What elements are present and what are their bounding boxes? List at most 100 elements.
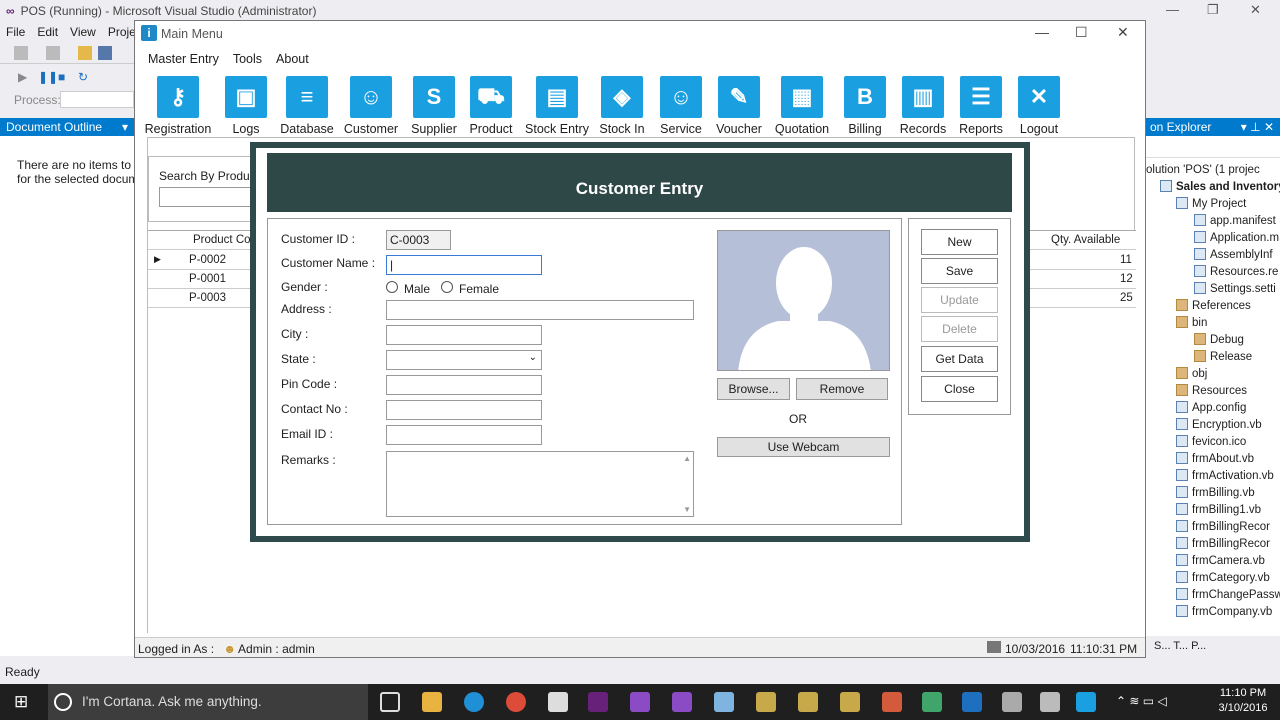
save-disk-icon[interactable]: [1040, 692, 1060, 712]
tool-3-icon[interactable]: [840, 692, 860, 712]
contact-field[interactable]: [386, 400, 542, 420]
vs-close-button[interactable]: ✕: [1250, 2, 1261, 18]
pos-app-icon[interactable]: [1076, 692, 1096, 712]
female-radio[interactable]: [441, 281, 453, 293]
process-dropdown[interactable]: [60, 91, 134, 108]
solution-item-label: Resources: [1192, 385, 1247, 397]
male-radio[interactable]: [386, 281, 398, 293]
scroll-up-icon[interactable]: ▲: [683, 454, 691, 463]
task-view-icon[interactable]: [380, 692, 400, 712]
stop-icon[interactable]: ■: [58, 70, 65, 84]
solution-item[interactable]: fevicon.ico: [1176, 434, 1246, 450]
windows-start-icon[interactable]: ⊞: [14, 692, 28, 712]
city-field[interactable]: [386, 325, 542, 345]
solution-item[interactable]: Settings.setti: [1194, 281, 1276, 297]
vs-menu-view[interactable]: View: [70, 25, 96, 39]
solution-item[interactable]: Application.m: [1194, 230, 1279, 246]
update-button[interactable]: Update: [921, 287, 998, 313]
file-explorer-icon[interactable]: [422, 692, 442, 712]
continue-icon[interactable]: ▶: [18, 70, 27, 84]
vs-menu-file[interactable]: File: [6, 25, 25, 39]
solution-item[interactable]: frmCamera.vb: [1176, 553, 1265, 569]
solution-item[interactable]: AssemblyInf: [1194, 247, 1273, 263]
state-select[interactable]: ⌄: [386, 350, 542, 370]
search-input[interactable]: [159, 187, 257, 207]
solution-item[interactable]: frmChangePassw: [1176, 587, 1280, 603]
solution-item[interactable]: frmBilling.vb: [1176, 485, 1255, 501]
solution-item[interactable]: app.manifest: [1194, 213, 1276, 229]
remarks-field[interactable]: ▲ ▼: [386, 451, 694, 517]
settings-icon[interactable]: [882, 692, 902, 712]
solution-item[interactable]: Release: [1194, 349, 1252, 365]
vs-minimize-button[interactable]: —: [1166, 2, 1179, 17]
toolbar-logout-button[interactable]: ✕ Logout: [999, 76, 1079, 136]
solution-tabs[interactable]: S... T... P...: [1146, 636, 1280, 658]
remove-button[interactable]: Remove: [796, 378, 888, 400]
menu-about[interactable]: About: [276, 52, 309, 66]
solution-item[interactable]: frmBilling1.vb: [1176, 502, 1261, 518]
scroll-down-icon[interactable]: ▼: [683, 505, 691, 514]
vs-running-icon[interactable]: [588, 692, 608, 712]
pin-icon[interactable]: ▾ ⊥ ✕: [1241, 120, 1274, 134]
vs-menu-project[interactable]: Proje: [108, 25, 136, 39]
solution-item[interactable]: App.config: [1176, 400, 1246, 416]
app-icon-green[interactable]: [922, 692, 942, 712]
solution-item[interactable]: frmAbout.vb: [1176, 451, 1254, 467]
save-icon[interactable]: [98, 46, 112, 60]
close-dialog-button[interactable]: Close: [921, 376, 998, 402]
store-icon[interactable]: [548, 692, 568, 712]
pause-icon[interactable]: ❚❚: [38, 70, 58, 84]
tray-chevron-icon[interactable]: ⌃ ≋ ▭ ◁: [1116, 694, 1167, 708]
customer-name-field[interactable]: |: [386, 255, 542, 275]
malwarebytes-icon[interactable]: [962, 692, 982, 712]
minimize-button[interactable]: —: [1035, 24, 1049, 40]
solution-item[interactable]: My Project: [1176, 196, 1246, 212]
close-button[interactable]: ✕: [1117, 24, 1129, 41]
menu-master-entry[interactable]: Master Entry: [148, 52, 219, 66]
solution-item[interactable]: Resources.re: [1194, 264, 1278, 280]
solution-item[interactable]: Resources: [1176, 383, 1247, 399]
email-field[interactable]: [386, 425, 542, 445]
solution-item[interactable]: Debug: [1194, 332, 1244, 348]
address-field[interactable]: [386, 300, 694, 320]
cortana-search-box[interactable]: I'm Cortana. Ask me anything.: [48, 684, 368, 720]
pin-code-field[interactable]: [386, 375, 542, 395]
solution-item[interactable]: bin: [1176, 315, 1207, 331]
chrome-icon[interactable]: [506, 692, 526, 712]
visual-studio-2-icon[interactable]: [672, 692, 692, 712]
solution-item[interactable]: frmCompany.vb: [1176, 604, 1272, 620]
new-button[interactable]: New: [921, 229, 998, 255]
restart-icon[interactable]: ↻: [78, 70, 88, 84]
menu-tools[interactable]: Tools: [233, 52, 262, 66]
vs-menu-edit[interactable]: Edit: [37, 25, 58, 39]
col-qty-available[interactable]: Qty. Available: [1051, 234, 1120, 246]
edge-icon[interactable]: [464, 692, 484, 712]
vs-restore-button[interactable]: ❐: [1207, 2, 1219, 18]
get-data-button[interactable]: Get Data: [921, 346, 998, 372]
open-folder-icon[interactable]: [78, 46, 92, 60]
solution-item[interactable]: Sales and Inventory: [1160, 179, 1280, 195]
use-webcam-button[interactable]: Use Webcam: [717, 437, 890, 457]
solution-item[interactable]: frmBillingRecor: [1176, 519, 1270, 535]
browse-button[interactable]: Browse...: [717, 378, 790, 400]
delete-button[interactable]: Delete: [921, 316, 998, 342]
solution-item[interactable]: Encryption.vb: [1176, 417, 1262, 433]
solution-item[interactable]: frmCategory.vb: [1176, 570, 1270, 586]
tool-2-icon[interactable]: [798, 692, 818, 712]
save-button[interactable]: Save: [921, 258, 998, 284]
camera-icon[interactable]: [1002, 692, 1022, 712]
visual-studio-icon[interactable]: [630, 692, 650, 712]
taskbar-clock[interactable]: 11:10 PM 3/10/2016: [1212, 686, 1274, 716]
cube-icon[interactable]: [714, 692, 734, 712]
solution-item[interactable]: obj: [1176, 366, 1207, 382]
tool-icon[interactable]: [756, 692, 776, 712]
new-item-icon[interactable]: [14, 46, 28, 60]
close-icon: ✕: [1018, 76, 1060, 118]
chevron-down-icon[interactable]: ▾: [122, 120, 128, 134]
solution-item[interactable]: frmActivation.vb: [1176, 468, 1274, 484]
solution-item[interactable]: frmBillingRecor: [1176, 536, 1270, 552]
solution-item[interactable]: References: [1176, 298, 1251, 314]
maximize-button[interactable]: ☐: [1075, 24, 1088, 41]
add-item-icon[interactable]: [46, 46, 60, 60]
solution-item[interactable]: olution 'POS' (1 projec: [1146, 162, 1260, 178]
